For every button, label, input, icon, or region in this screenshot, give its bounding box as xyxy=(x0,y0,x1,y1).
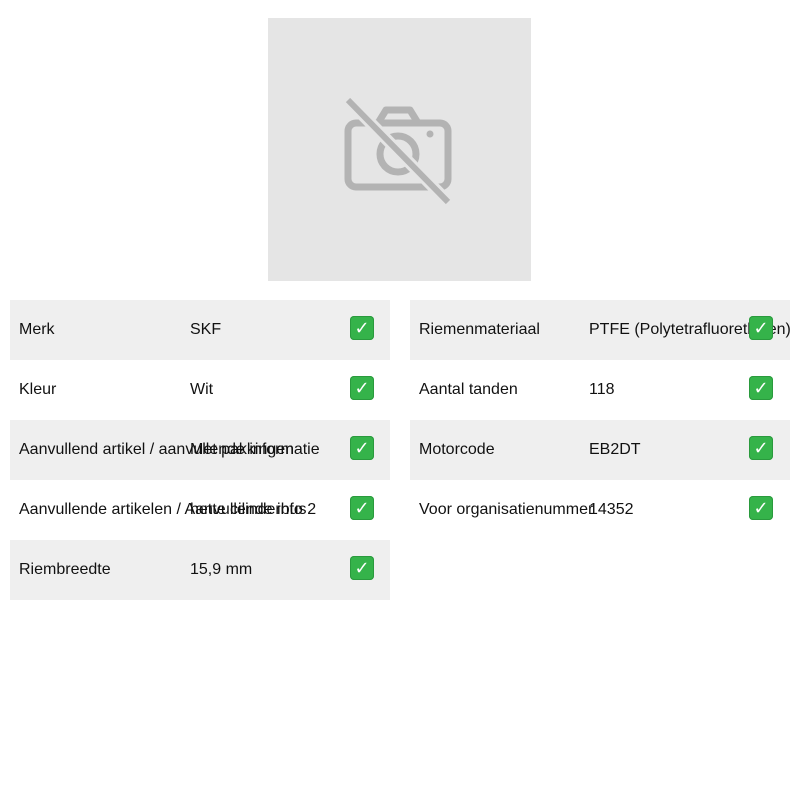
spec-row-aanvullend-artikel: Aanvullend artikel / aanvullende informa… xyxy=(10,420,390,480)
spec-label: Aantal tanden xyxy=(419,381,518,398)
check-mark-icon: ✓ xyxy=(350,316,374,340)
check-mark-icon: ✓ xyxy=(749,496,773,520)
check-mark-icon: ✓ xyxy=(350,496,374,520)
no-image-camera-icon xyxy=(344,98,453,207)
spec-row-riembreedte: Riembreedte 15,9 mm ✓ xyxy=(10,540,390,600)
spec-value: 14352 xyxy=(589,501,634,518)
check-mark-icon: ✓ xyxy=(749,316,773,340)
spec-row-aanvullende-artikelen: Aanvullende artikelen / Aanvullende info… xyxy=(10,480,390,540)
spec-value: 15,9 mm xyxy=(190,561,253,578)
specs-table-right: Riemenmateriaal PTFE (Polytetrafluorethy… xyxy=(410,300,791,540)
check-mark-icon: ✓ xyxy=(749,376,773,400)
spec-label: Kleur xyxy=(19,381,57,398)
spec-row-kleur: Kleur Wit ✓ xyxy=(10,360,390,420)
spec-row-aantal-tanden: Aantal tanden 118 ✓ xyxy=(410,360,790,420)
check-mark-icon: ✓ xyxy=(350,436,374,460)
spec-value: SKF xyxy=(190,321,222,338)
check-mark-icon: ✓ xyxy=(749,436,773,460)
spec-value: EB2DT xyxy=(589,441,641,458)
spec-label: Riemenmateriaal xyxy=(419,321,540,338)
spec-value: hette cilinderbus xyxy=(190,501,307,518)
product-image-placeholder xyxy=(268,18,531,281)
spec-row-motorcode: Motorcode EB2DT ✓ xyxy=(410,420,790,480)
spec-value: Wit xyxy=(190,381,214,398)
spec-label: Merk xyxy=(19,321,55,338)
spec-row-merk: Merk SKF ✓ xyxy=(10,300,390,360)
spec-row-organisatienummer: Voor organisatienummer 14352 ✓ xyxy=(410,480,790,540)
spec-label: Riembreedte xyxy=(19,561,111,578)
spec-label: Motorcode xyxy=(419,441,495,458)
spec-value: Met pakkingen xyxy=(190,441,295,458)
specs-table-left: Merk SKF ✓ Kleur Wit ✓ Aanvullend artike… xyxy=(10,300,390,600)
check-mark-icon: ✓ xyxy=(350,556,374,580)
spec-value: 118 xyxy=(589,381,615,398)
spec-label: Voor organisatienummer xyxy=(419,501,594,518)
check-mark-icon: ✓ xyxy=(350,376,374,400)
product-page: Merk SKF ✓ Kleur Wit ✓ Aanvullend artike… xyxy=(0,0,800,800)
spec-row-riemenmateriaal: Riemenmateriaal PTFE (Polytetrafluorethy… xyxy=(410,300,791,360)
